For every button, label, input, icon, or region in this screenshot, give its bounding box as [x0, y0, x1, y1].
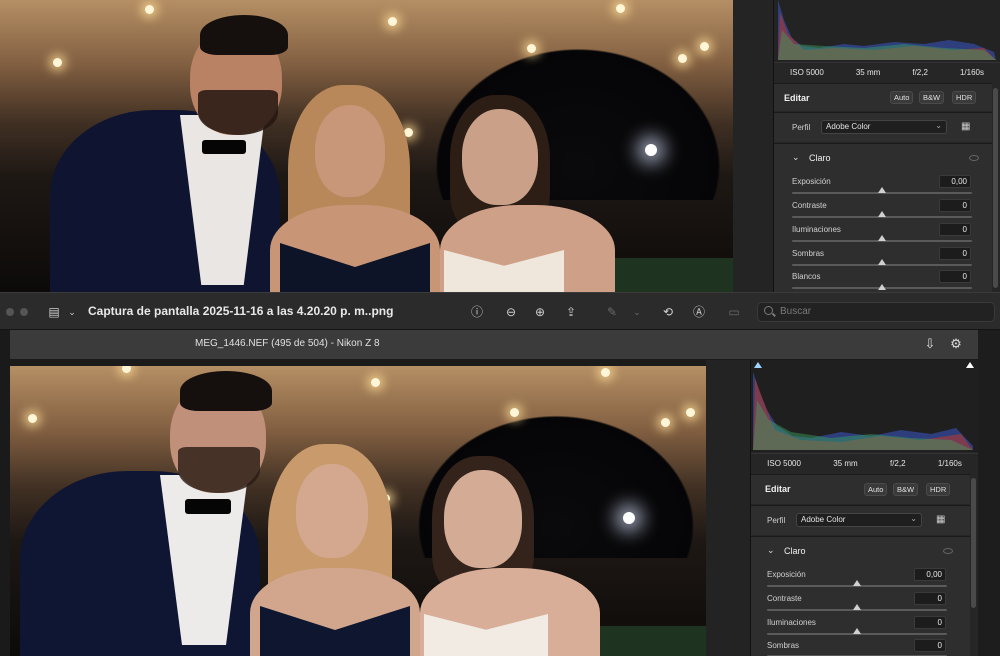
preview-toolbar: ▤ ⌄ Captura de pantalla 2025-11-16 a las… — [0, 292, 1000, 330]
shadow-clipping-icon[interactable] — [754, 362, 762, 368]
left-strip — [0, 330, 10, 656]
exposure-value-input-bottom[interactable]: 0,00 — [914, 568, 946, 581]
shutter-value-bottom: 1/160s — [937, 459, 962, 468]
highlights-slider-thumb[interactable] — [878, 235, 886, 241]
edit-title-bottom: Editar — [765, 484, 791, 494]
chevron-down-icon: ⌄ — [935, 121, 942, 130]
aperture-value-bottom: f/2,2 — [889, 459, 906, 468]
slider-label-shadows: Sombras — [792, 249, 825, 258]
slider-label-contrast-bottom: Contraste — [767, 594, 802, 603]
form-fill-icon[interactable]: ▭ — [726, 304, 742, 320]
profile-dropdown-value-bottom: Adobe Color — [801, 515, 846, 524]
slider-label-whites: Blancos — [792, 272, 821, 281]
profile-dropdown[interactable]: Adobe Color ⌄ — [821, 120, 947, 134]
rotate-icon[interactable]: ⟲ — [660, 304, 676, 320]
gear-icon[interactable]: ⚙ — [948, 336, 964, 352]
chevron-down-icon-bottom: ⌄ — [910, 514, 917, 523]
bottom-histogram — [751, 360, 978, 452]
hdr-button[interactable]: HDR — [952, 91, 977, 104]
exposure-value-input[interactable]: 0,00 — [939, 175, 971, 188]
iso-value-bottom: ISO 5000 — [767, 459, 801, 468]
top-histogram-chart — [778, 0, 996, 60]
highlights-value-input-bottom[interactable]: 0 — [914, 616, 946, 629]
aperture-value: f/2,2 — [912, 68, 928, 77]
top-histogram — [774, 0, 1000, 62]
profile-browser-icon[interactable]: ▦ — [961, 121, 970, 132]
auto-button-bottom[interactable]: Auto — [864, 483, 888, 496]
exposure-slider-thumb-bottom[interactable] — [853, 580, 861, 586]
slider-label-contrast: Contraste — [792, 201, 827, 210]
window-title: Captura de pantalla 2025-11-16 a las 4.2… — [88, 304, 394, 318]
iso-value: ISO 5000 — [790, 68, 824, 77]
hdr-button-bottom[interactable]: HDR — [926, 483, 951, 496]
exposure-slider-thumb[interactable] — [878, 187, 886, 193]
collapse-chevron-icon-bottom[interactable]: ⌄ — [767, 545, 775, 556]
zoom-out-icon[interactable]: ⊖ — [503, 304, 519, 320]
markup-chevron-down-icon[interactable]: ⌄ — [629, 304, 645, 320]
profile-dropdown-bottom[interactable]: Adobe Color ⌄ — [796, 513, 922, 527]
shadows-slider-thumb[interactable] — [878, 259, 886, 265]
contrast-value-input[interactable]: 0 — [939, 199, 971, 212]
auto-button[interactable]: Auto — [890, 91, 914, 104]
focal-length-value-bottom: 35 mm — [833, 459, 858, 468]
shutter-value: 1/160s — [959, 68, 984, 77]
light-section-title: Claro — [809, 153, 831, 163]
top-photo — [0, 0, 733, 292]
search-input[interactable]: Buscar — [757, 302, 995, 322]
window-dot-minimize[interactable] — [20, 308, 28, 316]
top-panel-gutter — [733, 0, 773, 292]
profile-dropdown-value: Adobe Color — [826, 122, 871, 131]
file-info: MEG_1446.NEF (495 de 504) - Nikon Z 8 — [195, 338, 380, 349]
top-editor-panel: ISO 5000 35 mm f/2,2 1/160s Editar Auto … — [773, 0, 1000, 292]
light-section-title-bottom: Claro — [784, 546, 806, 556]
profile-label-bottom: Perfil — [767, 516, 786, 525]
slider-label-exposure: Exposición — [792, 177, 831, 186]
profile-browser-icon-bottom[interactable]: ▦ — [936, 514, 945, 525]
visibility-eye-icon[interactable] — [969, 155, 979, 161]
screen: ISO 5000 35 mm f/2,2 1/160s Editar Auto … — [0, 0, 1000, 656]
contrast-slider-thumb-bottom[interactable] — [853, 604, 861, 610]
contrast-slider-thumb[interactable] — [878, 211, 886, 217]
panel-scrollbar-bottom[interactable] — [971, 478, 976, 608]
edit-title: Editar — [784, 93, 810, 103]
markup-pen-icon[interactable]: ✎ — [604, 304, 620, 320]
shadows-value-input[interactable]: 0 — [939, 247, 971, 260]
annotate-icon[interactable]: Ⓐ — [691, 304, 707, 320]
sidebar-chevron-down-icon[interactable]: ⌄ — [64, 304, 80, 320]
slider-label-highlights-bottom: Iluminaciones — [767, 618, 816, 627]
lightroom-header: MEG_1446.NEF (495 de 504) - Nikon Z 8 ⇩ … — [10, 330, 978, 360]
search-icon — [764, 306, 773, 315]
highlight-clipping-icon[interactable] — [966, 362, 974, 368]
profile-label: Perfil — [792, 123, 811, 132]
whites-slider-thumb[interactable] — [878, 284, 886, 290]
visibility-eye-icon-bottom[interactable] — [943, 548, 953, 554]
contrast-value-input-bottom[interactable]: 0 — [914, 592, 946, 605]
focal-length-value: 35 mm — [855, 68, 881, 77]
bottom-photo — [10, 366, 706, 656]
collapse-chevron-icon[interactable]: ⌄ — [792, 152, 800, 163]
slider-label-shadows-bottom: Sombras — [767, 641, 800, 650]
window-dot-close[interactable] — [6, 308, 14, 316]
search-placeholder: Buscar — [780, 306, 812, 317]
slider-label-exposure-bottom: Exposición — [767, 570, 806, 579]
bottom-editor-panel: ISO 5000 35 mm f/2,2 1/160s Editar Auto … — [750, 360, 978, 656]
bw-button-bottom[interactable]: B&W — [893, 483, 919, 496]
sidebar-toggle-icon[interactable]: ▤ — [46, 304, 62, 320]
export-icon[interactable]: ⇩ — [922, 336, 938, 352]
info-icon[interactable]: ⓘ — [469, 304, 485, 320]
shadows-value-input-bottom[interactable]: 0 — [914, 639, 946, 652]
bottom-histogram-chart — [753, 372, 973, 450]
zoom-in-icon[interactable]: ⊕ — [532, 304, 548, 320]
panel-scrollbar[interactable] — [993, 88, 998, 288]
share-icon[interactable]: ⇪ — [563, 304, 579, 320]
highlights-slider-thumb-bottom[interactable] — [853, 628, 861, 634]
bottom-panel-gutter — [706, 360, 750, 656]
bw-button[interactable]: B&W — [919, 91, 945, 104]
slider-label-highlights: Iluminaciones — [792, 225, 841, 234]
whites-value-input[interactable]: 0 — [939, 270, 971, 283]
highlights-value-input[interactable]: 0 — [939, 223, 971, 236]
right-strip — [978, 330, 1000, 656]
